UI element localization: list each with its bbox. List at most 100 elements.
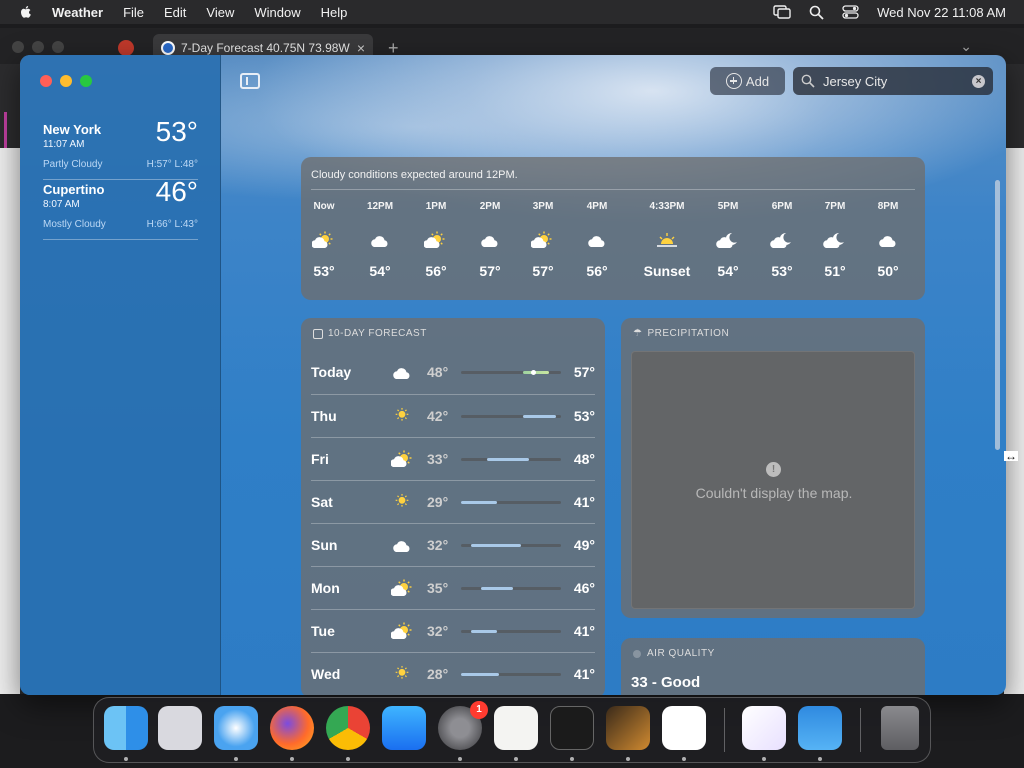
forecast-high-temp: 41° (573, 666, 595, 682)
calendar-icon (313, 328, 323, 339)
minimize-window-button[interactable] (60, 75, 72, 87)
forecast-day-row[interactable]: Thu 42° 53° (311, 394, 595, 437)
dock-firefox-icon[interactable] (270, 706, 314, 750)
plus-circle-icon (725, 73, 742, 89)
hour-label: 4:33PM (649, 201, 685, 212)
dock-visual-studio-icon[interactable] (742, 706, 786, 750)
dock-textedit-icon[interactable] (494, 706, 538, 750)
running-indicator (818, 757, 822, 761)
hour-column: 7PM 51° (807, 201, 863, 279)
cloud-icon (391, 536, 413, 554)
hour-column: Now 53° (296, 201, 352, 279)
clear-search-icon[interactable]: × (972, 74, 985, 88)
dock-garageband-icon[interactable] (606, 706, 650, 750)
cloud-icon (352, 225, 408, 255)
cloud-icon (860, 225, 916, 255)
location-temp: 53° (155, 116, 198, 147)
partly-sunny-icon (296, 225, 352, 255)
close-window-button[interactable] (40, 75, 52, 87)
dock-system-settings-icon[interactable]: 1 (438, 701, 488, 750)
dock-chrome-icon[interactable] (326, 706, 370, 750)
dock-finder-icon[interactable] (104, 706, 148, 750)
menu-clock[interactable]: Wed Nov 22 11:08 AM (877, 5, 1006, 20)
forecast-day-row[interactable]: Today 48° 57° (311, 351, 595, 394)
hour-temp: 56° (425, 263, 447, 279)
tab-list-chevron-icon[interactable]: ⌄ (960, 38, 972, 55)
ten-day-title: 10-DAY FORECAST (328, 328, 427, 339)
partly-sunny-icon (390, 579, 413, 597)
location-time: 11:07 AM (43, 139, 85, 150)
content-scrollbar[interactable] (995, 180, 1000, 450)
partly-sunny-icon (390, 622, 413, 640)
hour-column: 3PM 57° (515, 201, 571, 279)
hour-temp: 57° (479, 263, 501, 279)
add-button-label: Add (745, 73, 770, 89)
search-input[interactable] (823, 73, 963, 89)
control-center-icon[interactable] (842, 5, 859, 19)
location-hilo: H:57° L:48° (146, 159, 198, 170)
browser-accent (4, 112, 7, 148)
hourly-divider (311, 189, 915, 190)
hour-label: 3PM (532, 201, 554, 212)
hour-temp: 56° (586, 263, 608, 279)
spotlight-search-icon[interactable] (809, 5, 824, 20)
hour-label: 8PM (877, 201, 899, 212)
location-search[interactable]: × (793, 67, 993, 95)
forecast-day-row[interactable]: Sun 32° 49° (311, 523, 595, 566)
running-indicator (682, 757, 686, 761)
forecast-day-row[interactable]: Wed 28° 41° (311, 652, 595, 695)
running-indicator (290, 757, 294, 761)
browser-traffic-lights (12, 41, 64, 53)
forecast-low-temp: 33° (427, 451, 449, 467)
forecast-day-row[interactable]: Mon 35° 46° (311, 566, 595, 609)
running-indicator (762, 757, 766, 761)
location-name: Cupertino (43, 182, 105, 197)
air-quality-header: AIR QUALITY (633, 648, 715, 659)
partly-sunny-icon (390, 450, 413, 468)
window-controls (40, 75, 92, 87)
dock-app-store-icon[interactable] (382, 706, 426, 750)
menu-help[interactable]: Help (321, 5, 348, 20)
cloud-icon (391, 363, 413, 381)
location-item-new-york[interactable]: New York 11:07 AM 53° Partly Cloudy H:57… (43, 116, 198, 180)
sidebar-toggle-icon[interactable] (240, 73, 260, 89)
apple-logo-icon[interactable] (18, 4, 34, 20)
dock-weather-icon[interactable] (798, 706, 842, 750)
menu-file[interactable]: File (123, 5, 144, 20)
dock-terminal-icon[interactable] (550, 706, 594, 750)
add-location-button[interactable]: Add (710, 67, 785, 95)
forecast-low-temp: 32° (427, 623, 449, 639)
menu-view[interactable]: View (206, 5, 234, 20)
partly-cloudy-night-icon (700, 225, 756, 255)
location-item-cupertino[interactable]: Cupertino 8:07 AM 46° Mostly Cloudy H:66… (43, 176, 198, 240)
location-condition: Mostly Cloudy (43, 219, 106, 230)
forecast-high-temp: 41° (573, 623, 595, 639)
menu-window[interactable]: Window (254, 5, 300, 20)
dock-safari-icon[interactable] (214, 706, 258, 750)
sun-icon (391, 407, 413, 425)
temperature-range-bar (461, 501, 561, 504)
menu-app-name[interactable]: Weather (52, 5, 103, 20)
zoom-window-button[interactable] (80, 75, 92, 87)
precipitation-header: ☂ PRECIPITATION (633, 328, 729, 339)
screen-mirroring-icon[interactable] (773, 5, 791, 19)
hour-label: 2PM (479, 201, 501, 212)
dock-vscode-icon[interactable] (662, 706, 706, 750)
air-quality-value: 33 - Good (631, 674, 701, 691)
location-time: 8:07 AM (43, 199, 80, 210)
dock-launchpad-icon[interactable] (158, 706, 202, 750)
search-icon (801, 74, 815, 88)
forecast-day-row[interactable]: Fri 33° 48° (311, 437, 595, 480)
cloud-icon (569, 225, 625, 255)
precipitation-map[interactable]: ! Couldn't display the map. (631, 351, 915, 609)
browser-tab-title: 7-Day Forecast 40.75N 73.98W (181, 41, 350, 55)
forecast-day-name: Wed (311, 666, 341, 682)
tab-close-icon[interactable]: × (357, 40, 365, 56)
temperature-range-fill (461, 673, 499, 676)
forecast-day-row[interactable]: Sat 29° 41° (311, 480, 595, 523)
forecast-high-temp: 49° (573, 537, 595, 553)
menu-edit[interactable]: Edit (164, 5, 186, 20)
dock-trash-icon[interactable] (881, 706, 919, 750)
forecast-day-name: Thu (311, 408, 337, 424)
forecast-day-row[interactable]: Tue 32° 41° (311, 609, 595, 652)
